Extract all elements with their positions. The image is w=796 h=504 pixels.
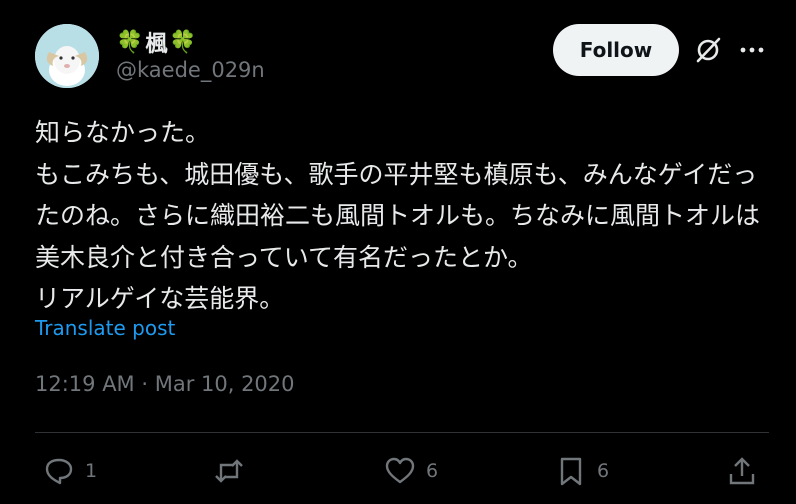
clover-icon: 🍀 <box>116 29 144 55</box>
avatar-image <box>35 24 99 88</box>
follow-button[interactable]: Follow <box>553 24 679 76</box>
bookmark-button[interactable]: 6 <box>555 454 609 488</box>
grok-icon[interactable] <box>694 36 722 64</box>
like-count: 6 <box>426 460 439 482</box>
bookmark-count: 6 <box>597 460 610 482</box>
like-button[interactable]: 6 <box>384 454 438 488</box>
display-name[interactable]: 🍀 楓 🍀 <box>116 26 197 58</box>
bookmark-icon <box>560 457 582 486</box>
heart-icon <box>385 457 415 484</box>
reply-button[interactable]: 1 <box>43 454 97 488</box>
post-text: 知らなかった。 もこみちも、城田優も、歌手の平井堅も槙原も、みんなゲイだったのね… <box>35 118 761 313</box>
retweet-button[interactable] <box>213 454 255 488</box>
divider <box>35 432 769 433</box>
retweet-icon <box>215 459 243 483</box>
reply-icon <box>45 458 73 485</box>
user-handle[interactable]: @kaede_029n <box>116 58 265 82</box>
post-timestamp[interactable]: 12:19 AM · Mar 10, 2020 <box>35 372 295 396</box>
display-name-text: 楓 <box>145 32 168 57</box>
share-button[interactable] <box>726 454 758 488</box>
translate-link[interactable]: Translate post <box>35 316 175 340</box>
avatar[interactable] <box>35 24 99 88</box>
reply-count: 1 <box>85 460 98 482</box>
share-icon <box>729 457 755 485</box>
more-icon[interactable] <box>738 38 766 62</box>
clover-icon: 🍀 <box>169 29 197 55</box>
